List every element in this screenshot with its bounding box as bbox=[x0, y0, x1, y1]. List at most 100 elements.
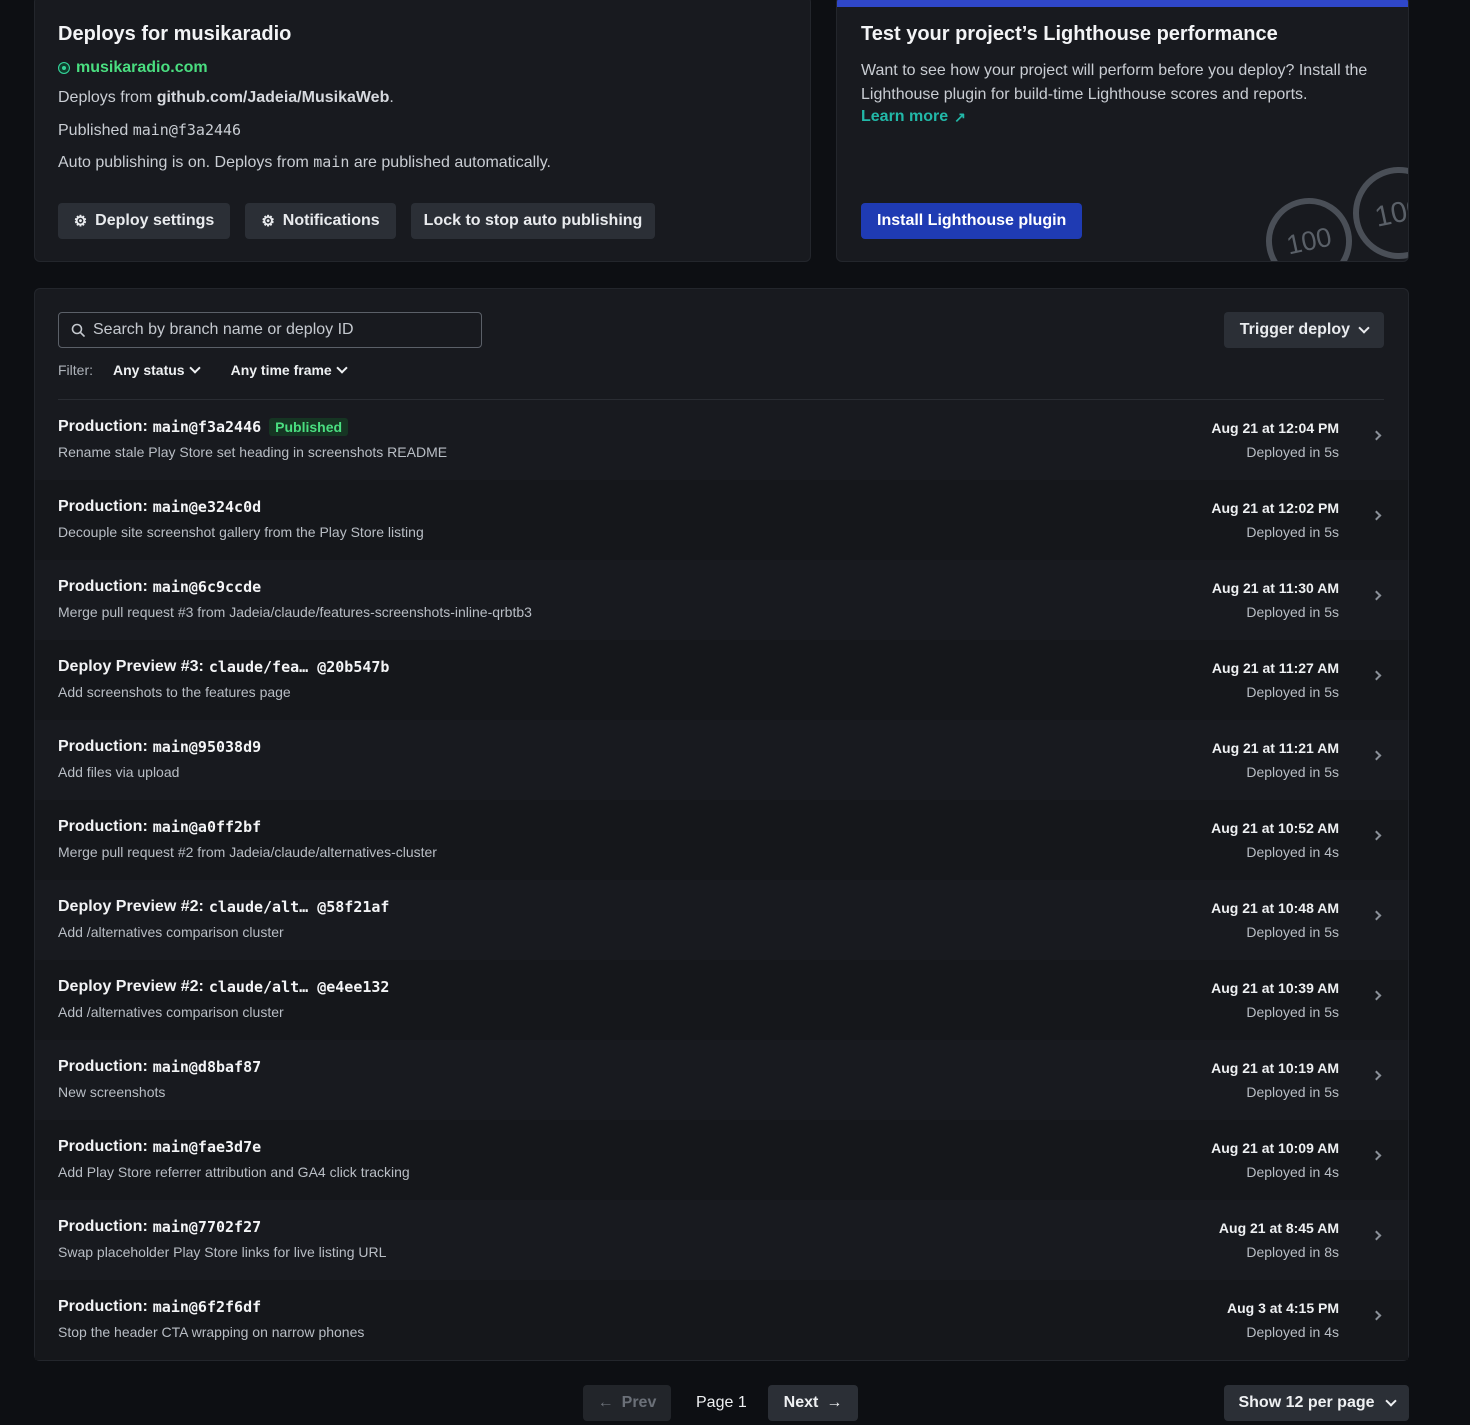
chevron-right-icon bbox=[1371, 746, 1382, 764]
deploy-row[interactable]: Deploy Preview #2: claude/alt… @e4ee132 Ad… bbox=[35, 960, 1408, 1040]
deploy-context: Production: bbox=[58, 418, 148, 435]
deploy-duration: Deployed in 5s bbox=[1246, 444, 1339, 460]
overview-title: Deploys for musikaradio bbox=[58, 23, 292, 45]
published-ref[interactable]: main@f3a2446 bbox=[133, 121, 241, 139]
external-arrow-icon: ↗ bbox=[954, 108, 966, 125]
page-indicator: Page 1 bbox=[696, 1394, 747, 1411]
deploy-title: Production: main@f3a2446 Published bbox=[58, 418, 349, 436]
deploy-title: Deploy Preview #2: claude/alt… @e4ee132 bbox=[58, 978, 389, 996]
deploy-context: Production: bbox=[58, 1298, 148, 1315]
chevron-right-icon bbox=[1371, 1066, 1382, 1084]
chevron-right-icon bbox=[1371, 426, 1382, 444]
chevron-right-icon bbox=[1371, 586, 1382, 604]
chevron-right-icon bbox=[1371, 506, 1382, 524]
per-page-dropdown[interactable]: Show 12 per page bbox=[1224, 1385, 1409, 1421]
status-filter-dropdown[interactable]: Any status bbox=[113, 362, 201, 378]
chevron-right-icon bbox=[1371, 1226, 1382, 1244]
deploy-message: Add Play Store referrer attribution and … bbox=[58, 1164, 410, 1180]
lock-auto-publish-button[interactable]: Lock to stop auto publishing bbox=[411, 203, 655, 239]
deploy-ref: claude/alt… @e4ee132 bbox=[208, 978, 390, 996]
search-input[interactable] bbox=[93, 321, 453, 339]
filter-bar: Filter: Any status Any time frame bbox=[58, 362, 378, 378]
deploy-row[interactable]: Production: main@a0ff2bf Merge pull reques… bbox=[35, 800, 1408, 880]
deploy-row[interactable]: Production: main@6f2f6df Stop the header C… bbox=[35, 1280, 1408, 1360]
deploys-from-label: Deploys from bbox=[58, 89, 157, 106]
notifications-button[interactable]: ⚙ Notifications bbox=[245, 203, 396, 239]
deploy-row[interactable]: Production: main@f3a2446 Published Rename s… bbox=[35, 400, 1408, 480]
deploys-overview-card: Deploys for musikaradio musikaradio.com … bbox=[34, 0, 811, 262]
chevron-down-icon bbox=[1358, 322, 1370, 334]
deploy-context: Deploy Preview #3: bbox=[58, 658, 204, 675]
deploy-list-card: Trigger deploy Filter: Any status Any ti… bbox=[34, 288, 1409, 1361]
status-dot-icon bbox=[58, 62, 70, 74]
trigger-deploy-label: Trigger deploy bbox=[1239, 321, 1350, 338]
deploy-ref: main@95038d9 bbox=[152, 738, 262, 756]
deploy-context: Production: bbox=[58, 1218, 148, 1235]
repo-link[interactable]: github.com/Jadeia/MusikaWeb bbox=[157, 89, 390, 106]
install-lighthouse-button[interactable]: Install Lighthouse plugin bbox=[861, 203, 1083, 239]
deploy-title: Production: main@7702f27 bbox=[58, 1218, 261, 1236]
lighthouse-accent-bar bbox=[837, 0, 1408, 7]
deploy-date: Aug 21 at 12:02 PM bbox=[1211, 500, 1339, 516]
deploy-message: Add files via upload bbox=[58, 764, 180, 780]
deploy-message: Rename stale Play Store set heading in s… bbox=[58, 444, 448, 460]
deploy-date: Aug 21 at 10:52 AM bbox=[1211, 820, 1339, 836]
deploy-row[interactable]: Production: main@e324c0d Decouple site scr… bbox=[35, 480, 1408, 560]
auto-publish-branch: main bbox=[313, 153, 350, 171]
auto-publish-line: Auto publishing is on. Deploys from main… bbox=[58, 153, 551, 172]
deploy-message: Decouple site screenshot gallery from th… bbox=[58, 524, 424, 540]
score-badge-value: 100 bbox=[1283, 221, 1335, 260]
deploy-message: Merge pull request #2 from Jadeia/claude… bbox=[58, 844, 437, 860]
deploy-ref: main@a0ff2bf bbox=[152, 818, 262, 836]
trigger-deploy-button[interactable]: Trigger deploy bbox=[1223, 312, 1384, 348]
chevron-right-icon bbox=[1371, 906, 1382, 924]
deploy-row[interactable]: Production: main@95038d9 Add files via upl… bbox=[35, 720, 1408, 800]
status-filter-value: Any status bbox=[113, 362, 185, 378]
chevron-right-icon bbox=[1371, 826, 1382, 844]
learn-more-label: Learn more bbox=[861, 108, 949, 125]
deploy-context: Production: bbox=[58, 1138, 148, 1155]
deploys-from-suffix: . bbox=[389, 89, 394, 106]
gear-icon: ⚙ bbox=[261, 212, 275, 230]
chevron-down-icon bbox=[188, 362, 201, 374]
deploy-ref: claude/fea… @20b547b bbox=[208, 658, 390, 676]
next-page-button[interactable]: Next → bbox=[768, 1385, 858, 1421]
chevron-right-icon bbox=[1371, 1306, 1382, 1324]
deploy-row[interactable]: Production: main@fae3d7e Add Play Store re… bbox=[35, 1120, 1408, 1200]
deploy-title: Production: main@e324c0d bbox=[58, 498, 261, 516]
arrow-left-icon: ← bbox=[597, 1394, 614, 1411]
prev-page-button[interactable]: ← Prev bbox=[583, 1385, 671, 1421]
deploy-settings-button[interactable]: ⚙ Deploy settings bbox=[58, 203, 230, 239]
time-filter-dropdown[interactable]: Any time frame bbox=[231, 362, 348, 378]
deploy-context: Production: bbox=[58, 498, 148, 515]
deploy-date: Aug 21 at 11:27 AM bbox=[1211, 660, 1339, 676]
deploy-row[interactable]: Production: main@7702f27 Swap placeholder … bbox=[35, 1200, 1408, 1280]
deploy-duration: Deployed in 5s bbox=[1246, 764, 1339, 780]
deploy-row[interactable]: Deploy Preview #2: claude/alt… @58f21af Ad… bbox=[35, 880, 1408, 960]
deploy-title: Production: main@6c9ccde bbox=[58, 578, 261, 596]
deploy-title: Deploy Preview #2: claude/alt… @58f21af bbox=[58, 898, 389, 916]
deploy-title: Production: main@d8baf87 bbox=[58, 1058, 261, 1076]
deploy-message: Merge pull request #3 from Jadeia/claude… bbox=[58, 604, 532, 620]
deploy-ref: main@6c9ccde bbox=[152, 578, 262, 596]
deploy-duration: Deployed in 5s bbox=[1246, 1084, 1339, 1100]
deploy-settings-label: Deploy settings bbox=[95, 212, 215, 229]
deploy-row[interactable]: Deploy Preview #3: claude/fea… @20b547b Ad… bbox=[35, 640, 1408, 720]
published-line: Published main@f3a2446 bbox=[58, 121, 241, 140]
deploy-context: Production: bbox=[58, 1058, 148, 1075]
deploy-duration: Deployed in 5s bbox=[1246, 924, 1339, 940]
learn-more-link[interactable]: Learn more ↗ bbox=[861, 108, 966, 126]
deploy-date: Aug 21 at 10:09 AM bbox=[1211, 1140, 1339, 1156]
deploy-date: Aug 21 at 10:48 AM bbox=[1211, 900, 1339, 916]
deploy-row[interactable]: Production: main@6c9ccde Merge pull reques… bbox=[35, 560, 1408, 640]
site-link-line: musikaradio.com bbox=[58, 59, 208, 77]
per-page-label: Show 12 per page bbox=[1238, 1394, 1375, 1411]
next-page-label: Next bbox=[783, 1394, 819, 1411]
deploy-title: Deploy Preview #3: claude/fea… @20b547b bbox=[58, 658, 389, 676]
notifications-label: Notifications bbox=[282, 212, 380, 229]
search-box[interactable] bbox=[58, 312, 482, 348]
site-url-link[interactable]: musikaradio.com bbox=[76, 59, 208, 77]
deploy-date: Aug 21 at 11:21 AM bbox=[1211, 740, 1339, 756]
deploy-row[interactable]: Production: main@d8baf87 New screenshots Au… bbox=[35, 1040, 1408, 1120]
deploy-title: Production: main@a0ff2bf bbox=[58, 818, 261, 836]
